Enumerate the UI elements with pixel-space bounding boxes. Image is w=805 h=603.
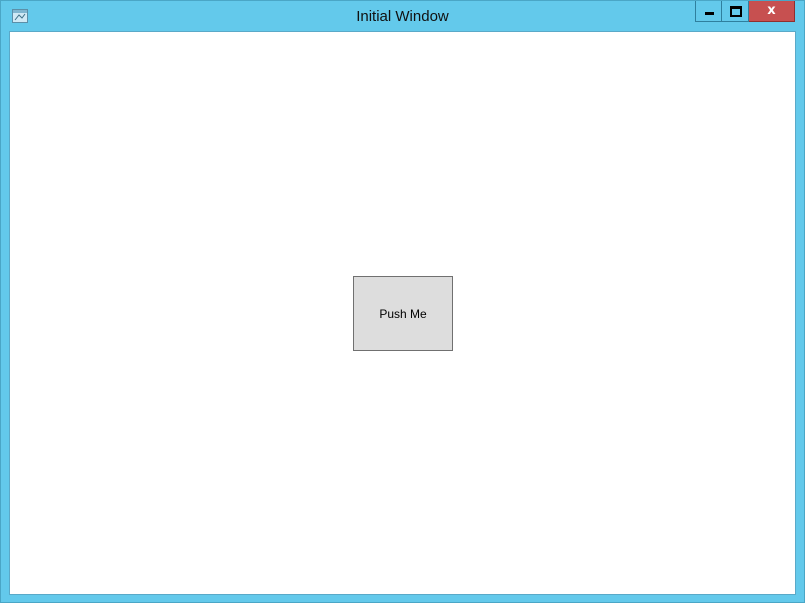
maximize-button[interactable] [722,1,749,22]
maximize-icon [730,6,742,17]
window-title: Initial Window [356,8,449,25]
push-me-button-label: Push Me [379,306,427,321]
push-me-button[interactable]: Push Me [353,276,453,351]
minimize-icon [705,12,714,15]
minimize-button[interactable] [695,1,722,22]
title-bar[interactable]: Initial Window x [1,1,804,31]
app-window: Initial Window x Push Me [0,0,805,603]
client-area: Push Me [9,31,796,595]
window-controls: x [695,1,795,22]
close-icon: x [767,3,776,18]
close-button[interactable]: x [749,1,795,22]
